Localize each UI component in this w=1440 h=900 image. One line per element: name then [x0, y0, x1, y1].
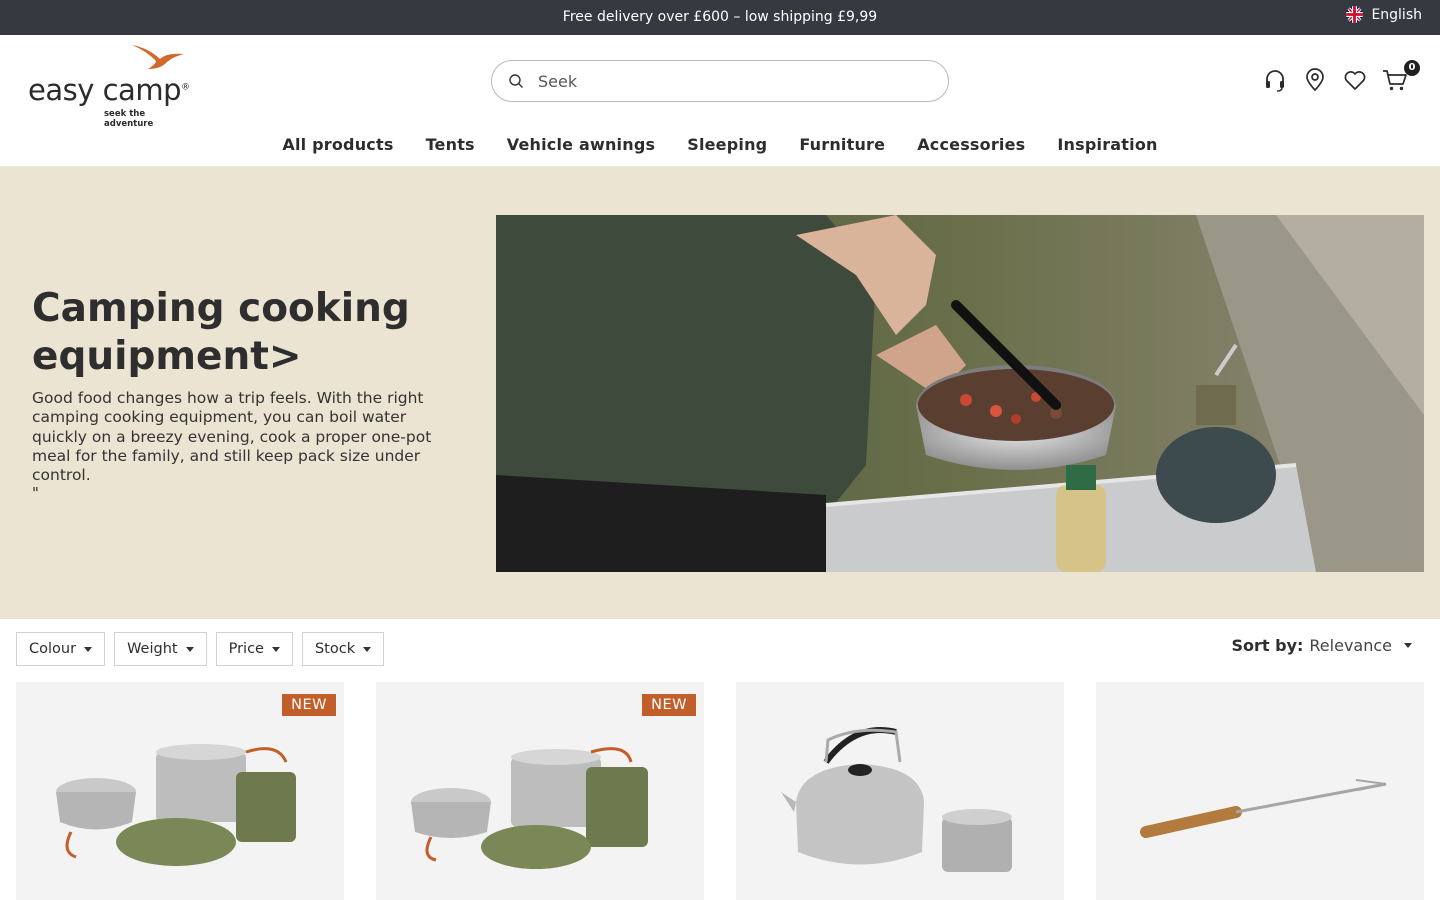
location-icon[interactable] — [1302, 67, 1328, 93]
product-card[interactable]: NEW — [376, 682, 704, 900]
new-badge: NEW — [282, 694, 336, 716]
page-title: Camping cooking equipment> — [32, 286, 410, 379]
cart-count-badge: 0 — [1404, 60, 1420, 76]
nav-item-all-products[interactable]: All products — [282, 135, 393, 154]
caret-down-icon — [271, 646, 280, 652]
sort-value: Relevance — [1309, 636, 1392, 655]
cart-icon[interactable]: 0 — [1382, 60, 1420, 93]
nav-item-vehicle-awnings[interactable]: Vehicle awnings — [507, 135, 655, 154]
product-card[interactable]: NEW — [16, 682, 344, 900]
filter-colour-button[interactable]: Colour — [16, 632, 106, 666]
filter-stock-button[interactable]: Stock — [301, 632, 385, 666]
bird-logo-icon — [132, 45, 184, 69]
brand-logo[interactable]: easy camp® seek the adventure — [26, 43, 196, 129]
nav-item-furniture[interactable]: Furniture — [799, 135, 885, 154]
heart-icon[interactable] — [1342, 67, 1368, 93]
header-actions: 0 — [1262, 60, 1420, 93]
site-header: easy camp® seek the adventure Seek 0 All… — [0, 35, 1440, 167]
promo-text: Free delivery over £600 – low shipping £… — [562, 9, 878, 25]
sort-label: Sort by: — [1231, 636, 1304, 655]
category-hero: Camping cooking equipment> Good food cha… — [0, 167, 1440, 619]
search-icon — [509, 74, 523, 88]
product-image — [56, 744, 296, 866]
search-input[interactable] — [538, 69, 918, 93]
category-description: Good food changes how a trip feels. With… — [32, 389, 432, 485]
product-card[interactable] — [736, 682, 1064, 900]
nav-item-inspiration[interactable]: Inspiration — [1057, 135, 1157, 154]
stray-quote-mark: " — [32, 484, 39, 502]
logo-tagline: seek the adventure — [104, 109, 154, 129]
hero-image — [496, 215, 1424, 572]
filter-price-button[interactable]: Price — [215, 632, 293, 666]
product-image — [1140, 779, 1387, 838]
main-nav: All products Tents Vehicle awnings Sleep… — [0, 135, 1440, 154]
caret-down-icon — [363, 646, 372, 652]
product-image — [781, 727, 1012, 872]
language-label: English — [1371, 6, 1422, 23]
caret-down-icon — [84, 646, 93, 652]
logo-wordmark: easy camp® — [28, 73, 190, 107]
caret-down-icon — [1404, 643, 1412, 648]
uk-flag-icon — [1346, 6, 1364, 23]
promo-bar: Free delivery over £600 – low shipping £… — [0, 0, 1440, 35]
product-grid: NEW NEW — [16, 682, 1424, 900]
search-bar[interactable] — [491, 60, 949, 102]
product-image — [411, 747, 648, 869]
product-card[interactable] — [1096, 682, 1424, 900]
nav-item-accessories[interactable]: Accessories — [917, 135, 1025, 154]
caret-down-icon — [185, 646, 194, 652]
nav-item-sleeping[interactable]: Sleeping — [687, 135, 767, 154]
new-badge: NEW — [642, 694, 696, 716]
filter-bar: Colour Weight Price Stock — [16, 632, 385, 666]
sort-dropdown[interactable]: Sort by: Relevance — [1231, 636, 1412, 655]
language-selector[interactable]: English — [1346, 6, 1422, 23]
filter-weight-button[interactable]: Weight — [114, 632, 207, 666]
headset-icon[interactable] — [1262, 67, 1288, 93]
nav-item-tents[interactable]: Tents — [426, 135, 475, 154]
